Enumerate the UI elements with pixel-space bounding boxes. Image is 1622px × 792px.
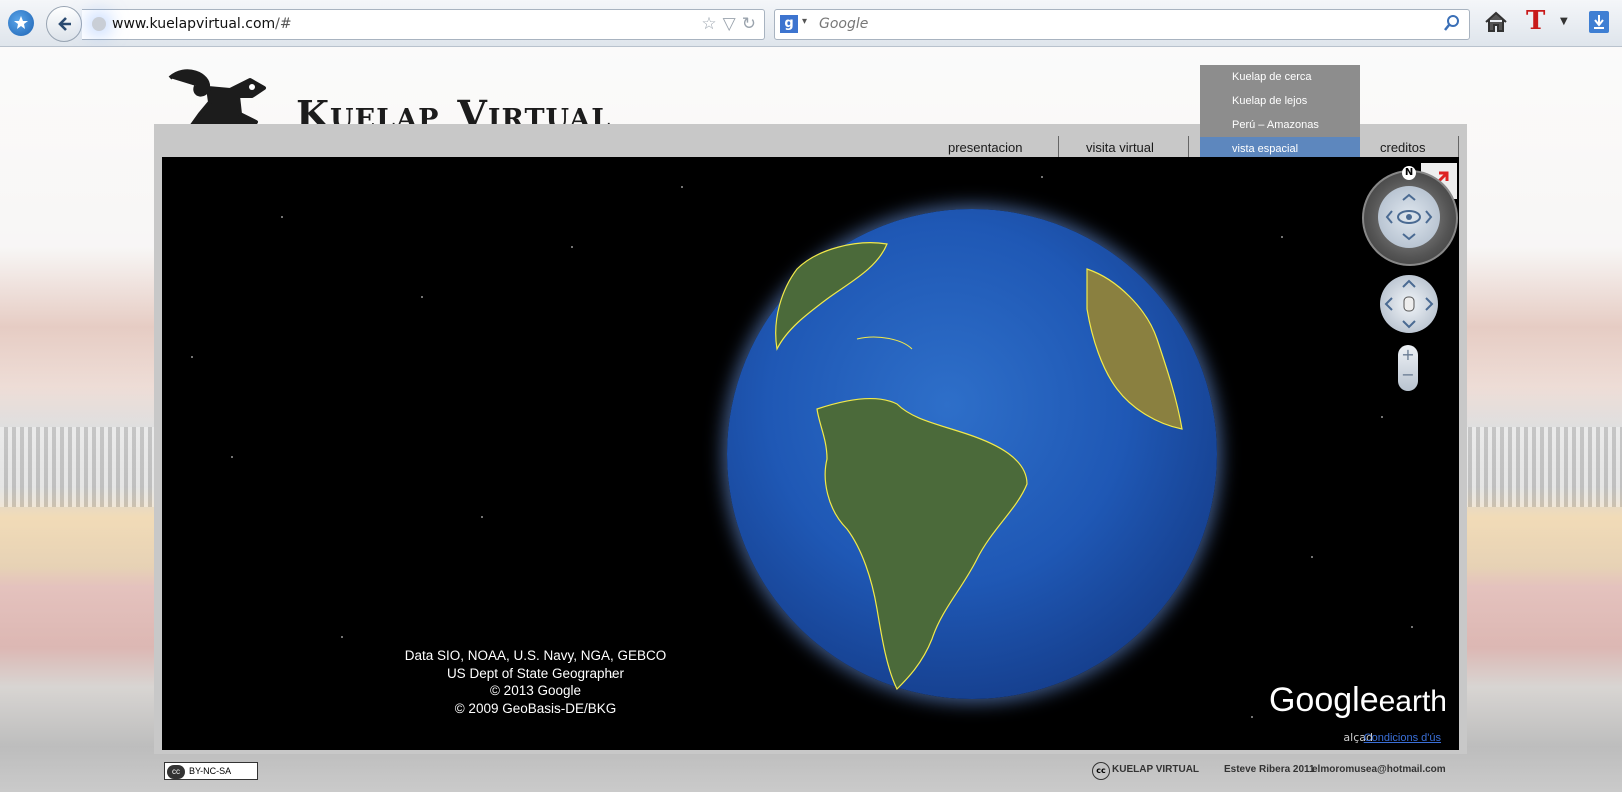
eye-icon: [1385, 193, 1433, 241]
downloads-icon[interactable]: [1589, 11, 1609, 33]
nav-dropdown-menu: Kuelap de cerca Kuelap de lejos Perú – A…: [1200, 65, 1360, 161]
search-input[interactable]: Google: [819, 16, 868, 32]
footer-author: Esteve Ribera 2011: [1224, 764, 1315, 775]
bookmark-star-icon[interactable]: ☆: [701, 14, 716, 34]
browser-toolbar: www.kuelapvirtual.com/# ☆ ▽ ↻ g ▾ Google T…: [0, 0, 1622, 47]
earth-logo-text: earth: [1378, 685, 1447, 718]
google-logo-text: Google: [1268, 681, 1379, 719]
reload-icon[interactable]: ↻: [742, 14, 756, 34]
dropdown-arrow-icon[interactable]: ▽: [723, 14, 736, 34]
search-bar[interactable]: g ▾ Google: [774, 9, 1470, 40]
nav-visita-virtual[interactable]: visita virtual: [1086, 140, 1154, 155]
extension-menu-icon[interactable]: ▼: [1560, 16, 1568, 27]
look-control[interactable]: N: [1362, 166, 1458, 266]
url-text[interactable]: www.kuelapvirtual.com/#: [112, 16, 292, 32]
footer-email[interactable]: elmoromusea@hotmail.com: [1312, 764, 1446, 775]
attribution-line: © 2009 GeoBasis-DE/BKG: [454, 700, 617, 716]
nav-divider: [1058, 136, 1059, 158]
map-attribution: Data SIO, NOAA, U.S. Navy, NGA, GEBCO US…: [162, 647, 1459, 717]
attribution-line: Data SIO, NOAA, U.S. Navy, NGA, GEBCO: [404, 648, 667, 663]
terms-of-use-link[interactable]: Condicions d'ús: [1364, 732, 1441, 744]
url-host: www.kuelapvirtual.com: [112, 16, 276, 32]
earth-globe[interactable]: [727, 209, 1217, 699]
nav-creditos[interactable]: creditos: [1380, 140, 1426, 155]
zoom-out-button[interactable]: −: [1398, 365, 1418, 385]
nav-presentacion[interactable]: presentacion: [948, 140, 1022, 155]
google-engine-icon[interactable]: g: [780, 15, 798, 33]
menu-item-kuelap-de-lejos[interactable]: Kuelap de lejos: [1200, 89, 1360, 113]
menu-item-kuelap-de-cerca[interactable]: Kuelap de cerca: [1200, 65, 1360, 89]
cc-license-text: BY-NC-SA: [189, 766, 232, 776]
home-icon[interactable]: [1484, 11, 1508, 33]
footer-site-name: KUELAP VIRTUAL: [1112, 764, 1200, 775]
pan-control[interactable]: [1380, 275, 1438, 333]
site-identity-icon[interactable]: [92, 17, 106, 31]
firefox-icon[interactable]: [8, 10, 34, 36]
footer-cc-icon: cc: [1092, 762, 1110, 780]
menu-item-peru-amazonas[interactable]: Perú – Amazonas: [1200, 113, 1360, 137]
nav-divider: [1188, 136, 1189, 158]
hand-pan-icon: [1384, 279, 1434, 329]
address-bar[interactable]: www.kuelapvirtual.com/# ☆ ▽ ↻: [82, 9, 765, 40]
engine-dropdown-icon[interactable]: ▾: [802, 16, 807, 27]
zoom-in-button[interactable]: +: [1398, 345, 1418, 365]
cc-license-badge[interactable]: cc BY-NC-SA: [164, 762, 258, 780]
google-earth-viewport[interactable]: Data SIO, NOAA, U.S. Navy, NGA, GEBCO US…: [162, 157, 1459, 750]
translate-extension-icon[interactable]: T: [1526, 6, 1545, 36]
zoom-control[interactable]: + −: [1398, 345, 1418, 391]
cc-icon: cc: [167, 765, 185, 779]
attribution-line: US Dept of State Geographer: [446, 665, 625, 681]
look-joystick[interactable]: [1378, 186, 1440, 248]
search-icon[interactable]: [1443, 14, 1461, 32]
attribution-line: © 2013 Google: [489, 683, 581, 698]
north-compass-icon[interactable]: N: [1402, 166, 1416, 180]
continents-map: [775, 242, 1183, 691]
url-path: /#: [275, 16, 292, 32]
google-earth-logo: Googleearth: [1269, 681, 1447, 720]
nav-divider: [1458, 136, 1459, 158]
back-button[interactable]: [46, 6, 82, 42]
